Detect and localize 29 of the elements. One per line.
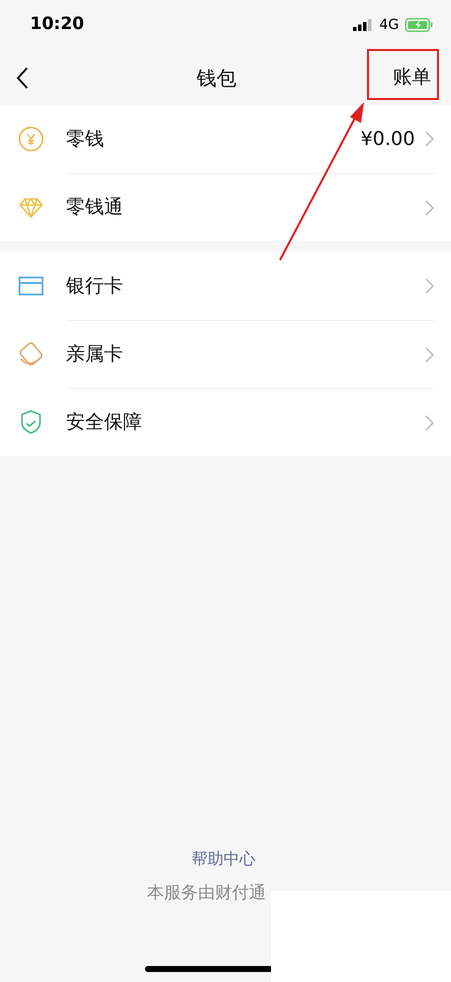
list-item[interactable]: 亲属卡	[0, 320, 451, 388]
highlight-frame	[367, 49, 439, 100]
item-label: 安全保障	[66, 410, 143, 436]
coin-icon	[18, 126, 44, 152]
item-label: 零钱通	[66, 195, 124, 220]
provider-note: 本服务由财付通	[147, 882, 266, 904]
list-item[interactable]: 零钱通	[0, 173, 451, 241]
list-item[interactable]: 零钱 ¥0.00	[0, 105, 451, 173]
chevron-right-icon	[425, 278, 434, 294]
help-center-link[interactable]: 帮助中心	[192, 846, 256, 870]
shield-icon	[18, 409, 44, 435]
balance-amount: ¥0.00	[360, 126, 415, 152]
list-item[interactable]: 安全保障	[0, 388, 451, 456]
item-label: 亲属卡	[66, 342, 124, 368]
network-type: 4G	[379, 16, 399, 34]
list-item[interactable]: 银行卡	[0, 252, 451, 320]
item-label: 银行卡	[66, 274, 124, 299]
status-time: 10:20	[30, 13, 84, 36]
chevron-right-icon	[425, 131, 434, 147]
chevron-right-icon	[425, 414, 434, 430]
item-label: 零钱	[66, 126, 105, 152]
page-title: 钱包	[196, 64, 236, 92]
battery-charging-icon	[405, 18, 433, 32]
tilted-card-icon	[18, 341, 44, 367]
chevron-right-icon	[425, 200, 434, 216]
bill-button[interactable]: 账单	[393, 63, 431, 92]
back-chevron-icon	[16, 66, 29, 88]
signal-icon	[353, 19, 374, 31]
chevron-right-icon	[425, 346, 434, 362]
